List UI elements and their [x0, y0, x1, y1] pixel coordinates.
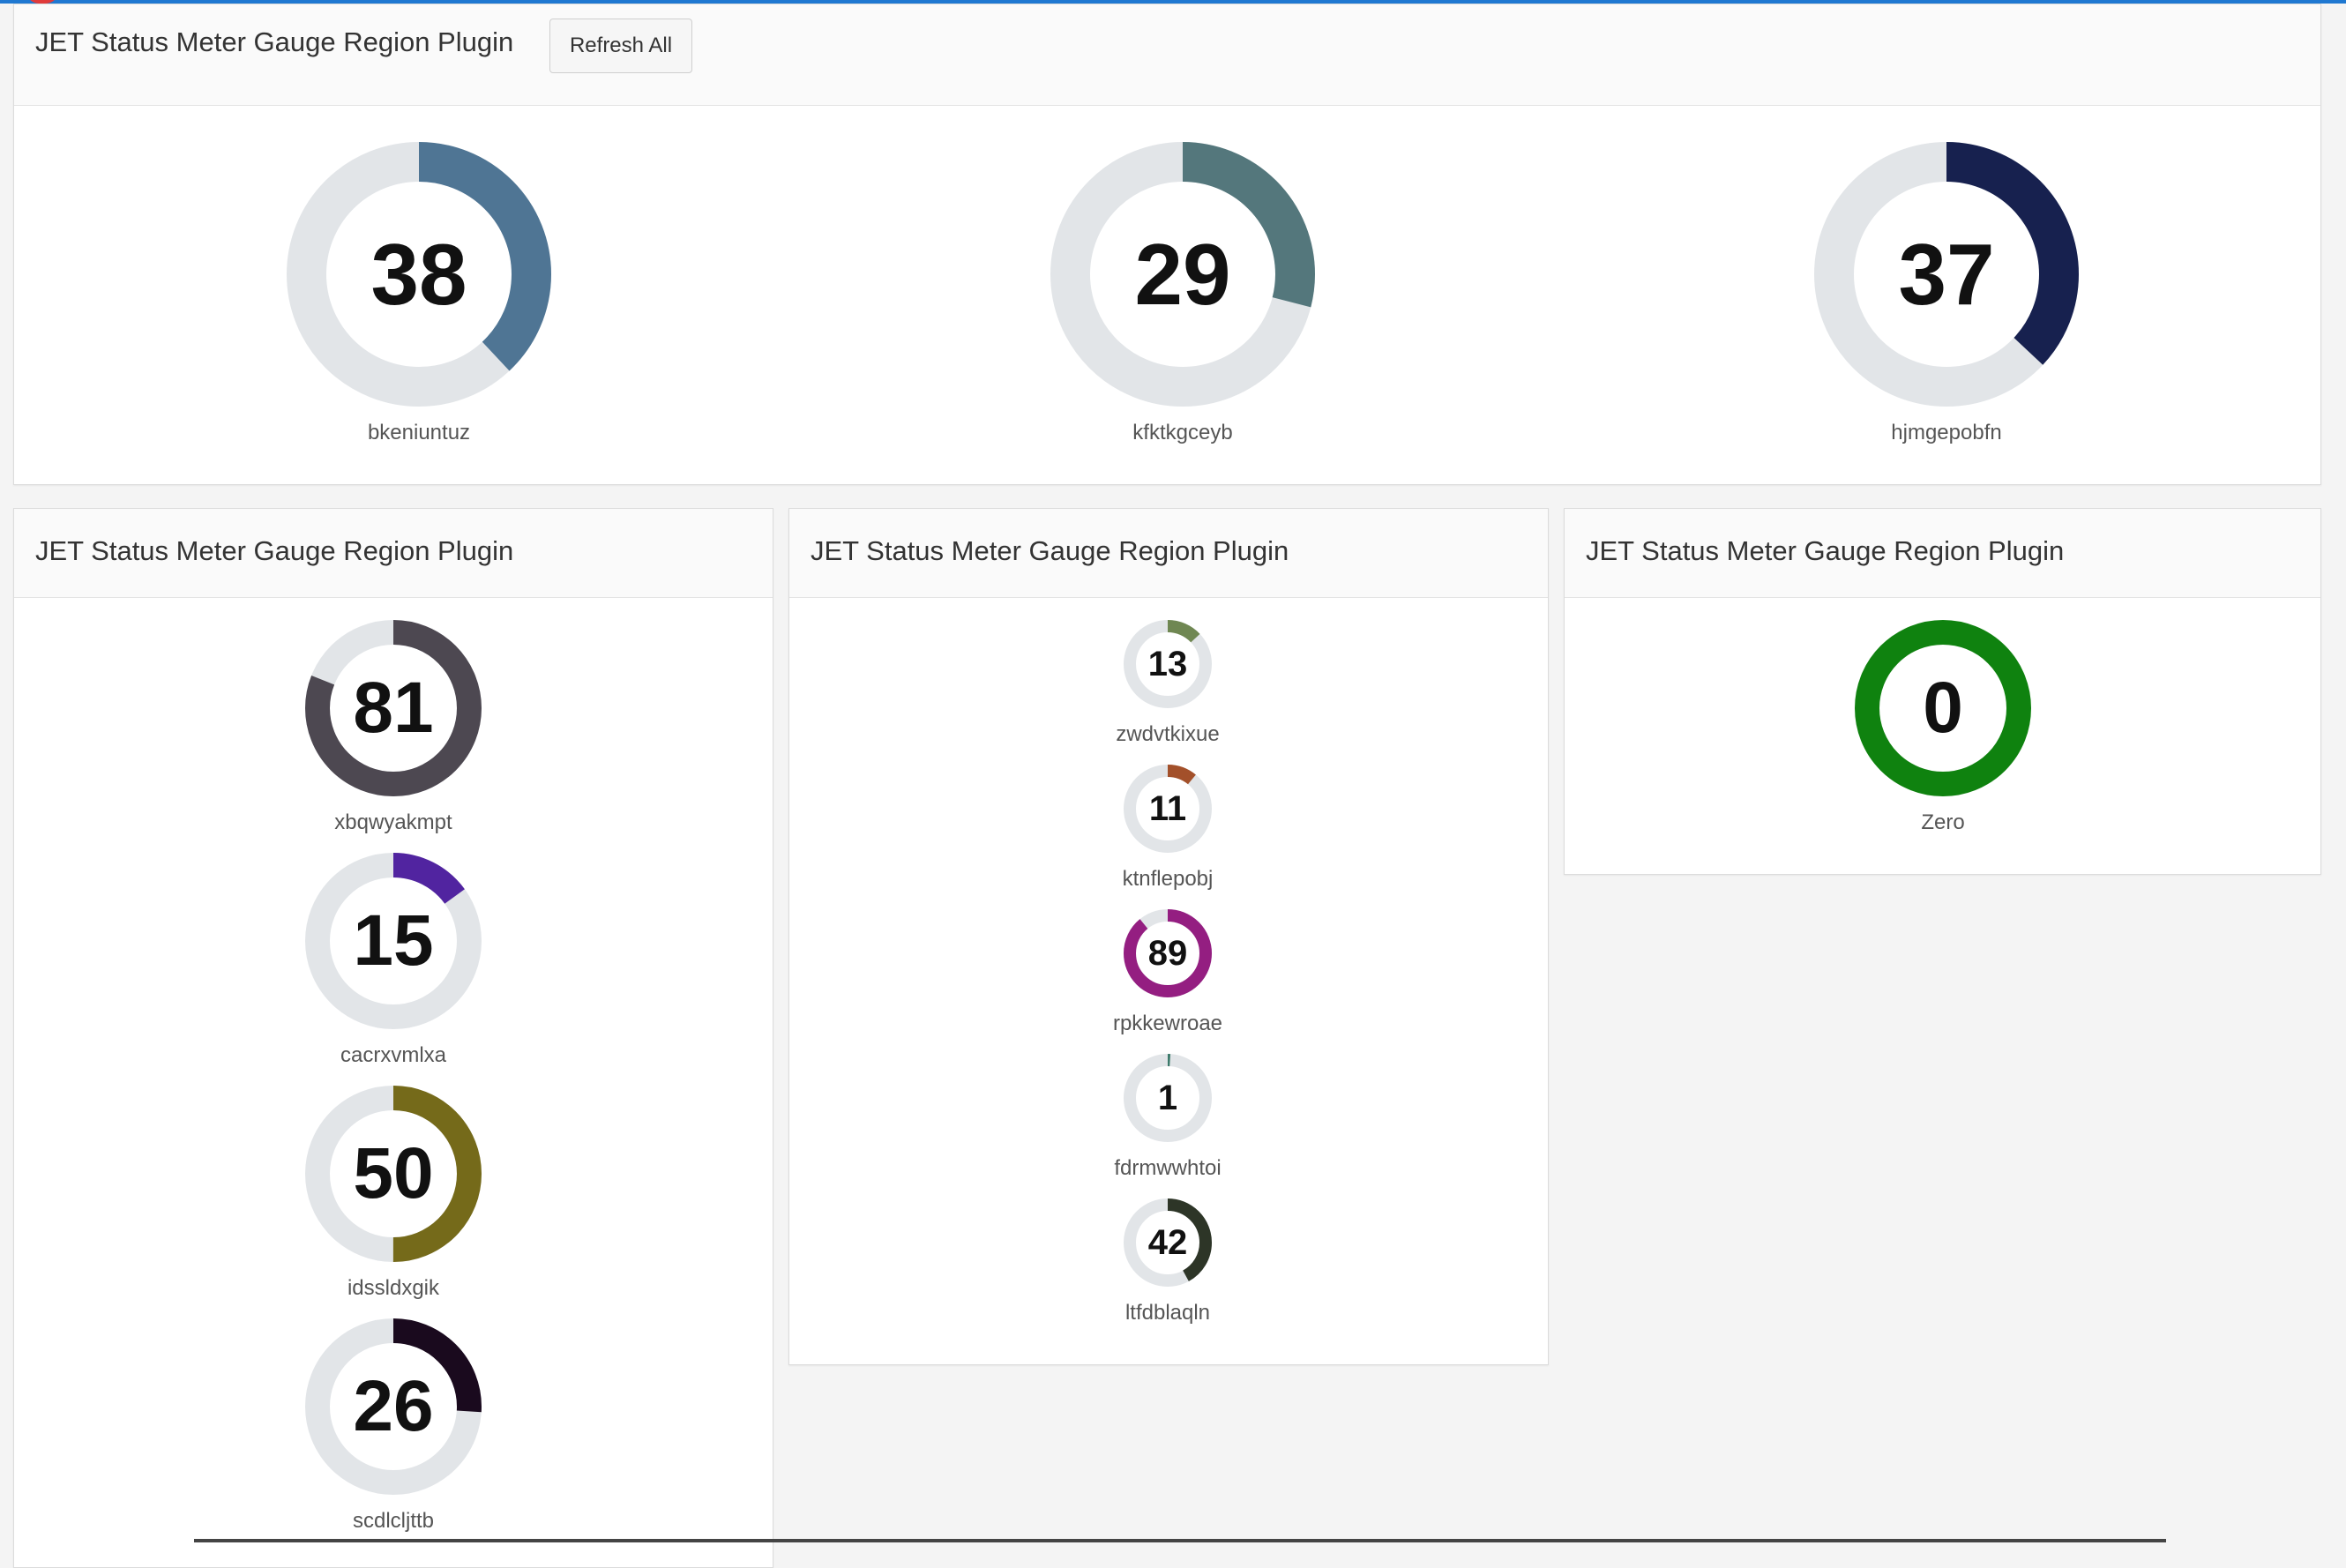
gauge-value: 1	[1157, 1078, 1178, 1117]
gauge-value: 50	[353, 1133, 434, 1213]
refresh-all-button[interactable]: Refresh All	[549, 19, 692, 73]
gauge-value: 0	[1923, 668, 1963, 748]
status-gauge: 42	[1124, 1198, 1212, 1287]
gauge-value: 37	[1898, 225, 1995, 323]
status-gauge: 15	[305, 853, 482, 1029]
status-gauge: 0	[1855, 620, 2031, 796]
region-middle: JET Status Meter Gauge Region Plugin 13 …	[788, 508, 1549, 1365]
region-top-header: JET Status Meter Gauge Region Plugin Ref…	[14, 4, 2320, 106]
gauge-value: 38	[370, 225, 467, 323]
horizontal-scrollbar[interactable]	[194, 1539, 2166, 1542]
gauge-value: 42	[1147, 1222, 1188, 1262]
gauge-label: xbqwyakmpt	[334, 810, 452, 834]
gauge-label: scdlcljttb	[352, 1509, 435, 1533]
status-gauge: 38	[287, 142, 551, 407]
region-title: JET Status Meter Gauge Region Plugin	[35, 26, 514, 57]
status-gauge: 13	[1124, 620, 1212, 708]
region-right: JET Status Meter Gauge Region Plugin 0 Z…	[1564, 508, 2321, 875]
status-gauge: 1	[1124, 1054, 1212, 1142]
gauge-label: zwdvtkixue	[1116, 722, 1220, 746]
gauge-label: rpkkewroae	[1112, 1012, 1223, 1035]
gauge-label: idssldxgik	[347, 1276, 440, 1300]
gauge-label: bkeniuntuz	[367, 421, 471, 444]
status-gauge: 26	[305, 1318, 482, 1495]
region-title: JET Status Meter Gauge Region Plugin	[35, 535, 514, 566]
status-gauge: 11	[1124, 765, 1212, 853]
gauge-value: 11	[1148, 788, 1187, 828]
region-title: JET Status Meter Gauge Region Plugin	[1586, 535, 2065, 566]
gauge-value: 89	[1147, 933, 1188, 973]
gauge-label: ltfdblaqln	[1124, 1301, 1211, 1325]
gauge-label: fdrmwwhtoi	[1114, 1156, 1222, 1180]
gauge-value: 15	[353, 900, 434, 981]
status-gauge: 81	[305, 620, 482, 796]
gauge-label: ktnflepobj	[1122, 867, 1214, 891]
gauge-value: 29	[1134, 225, 1231, 323]
status-gauge: 29	[1050, 142, 1315, 407]
status-gauge: 89	[1124, 909, 1212, 997]
region-right-header: JET Status Meter Gauge Region Plugin	[1565, 509, 2320, 598]
gauge-label: Zero	[1921, 810, 1965, 834]
gauge-label: kfktkgceyb	[1132, 421, 1233, 444]
region-middle-header: JET Status Meter Gauge Region Plugin	[789, 509, 1548, 598]
gauge-value: 81	[353, 668, 434, 748]
gauge-value: 13	[1147, 644, 1188, 683]
gauge-label: hjmgepobfn	[1891, 421, 2002, 444]
gauge-value: 26	[353, 1366, 434, 1446]
region-top: JET Status Meter Gauge Region Plugin Ref…	[13, 4, 2321, 485]
region-left: JET Status Meter Gauge Region Plugin 81 …	[13, 508, 773, 1568]
region-left-header: JET Status Meter Gauge Region Plugin	[14, 509, 773, 598]
region-title: JET Status Meter Gauge Region Plugin	[811, 535, 1289, 566]
status-gauge: 37	[1814, 142, 2079, 407]
status-gauge: 50	[305, 1086, 482, 1262]
gauge-label: cacrxvmlxa	[340, 1043, 446, 1067]
